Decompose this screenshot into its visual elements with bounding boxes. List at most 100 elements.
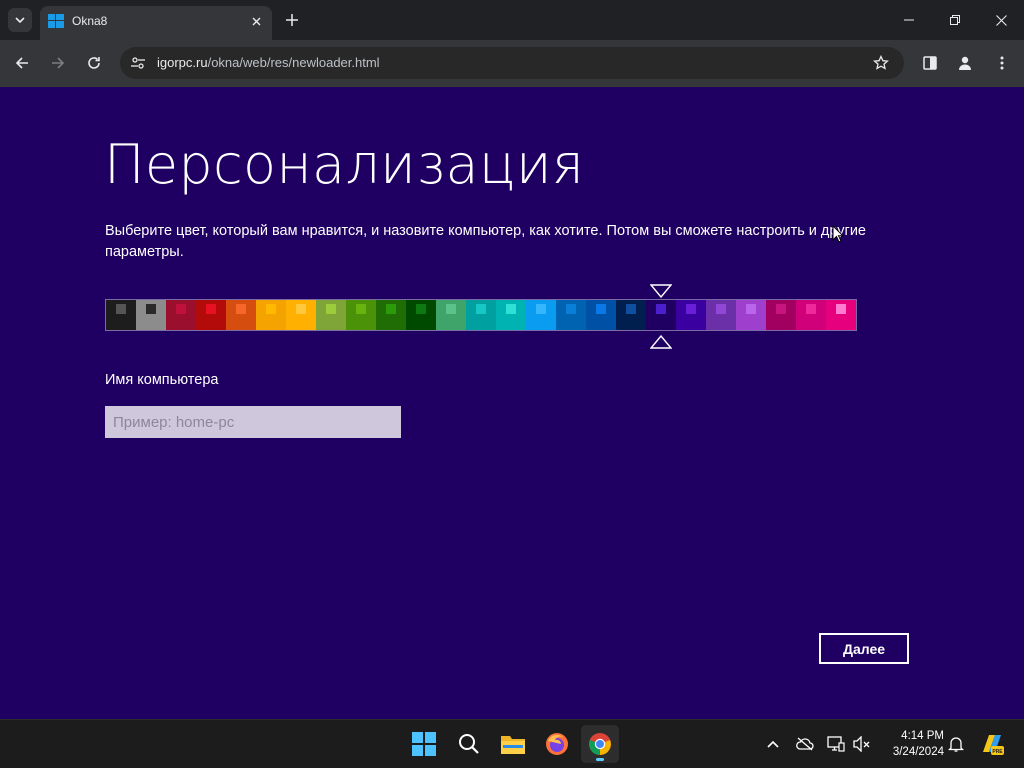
next-button[interactable]: Далее [819,633,909,664]
color-swatch[interactable] [286,300,316,330]
color-swatch[interactable] [316,300,346,330]
color-swatch[interactable] [406,300,436,330]
volume-button[interactable] [852,734,872,754]
forward-button[interactable] [46,51,70,75]
start-button[interactable] [405,725,443,763]
copilot-icon: PRE [983,735,1004,755]
color-swatch-accent [836,304,846,314]
file-explorer-button[interactable] [494,725,532,763]
profile-icon [959,56,971,70]
firefox-button[interactable] [538,725,576,763]
color-palette[interactable] [105,299,857,331]
color-swatch[interactable] [526,300,556,330]
color-swatch-accent [146,304,156,314]
color-swatch[interactable] [256,300,286,330]
tab-close-button[interactable] [248,13,264,29]
firefox-icon [546,733,568,755]
color-swatch-accent [656,304,666,314]
color-swatch-accent [236,304,246,314]
computer-name-input[interactable] [105,406,401,438]
color-swatch[interactable] [466,300,496,330]
page-title: Персонализация [104,133,585,196]
address-bar[interactable]: igorpc.ru/okna/web/res/newloader.html [120,47,904,79]
notifications-button[interactable] [946,734,966,754]
side-panel-icon [923,56,937,70]
file-explorer-icon [501,736,525,754]
color-swatch-accent [386,304,396,314]
color-swatch-accent [626,304,636,314]
new-tab-button[interactable] [282,10,302,30]
color-swatch[interactable] [586,300,616,330]
color-swatch-accent [476,304,486,314]
color-swatch[interactable] [496,300,526,330]
color-swatch-accent [806,304,816,314]
color-selector-bottom-icon [650,335,673,349]
notification-bell-icon [948,737,964,752]
color-swatch[interactable] [136,300,166,330]
arrow-left-icon [15,57,28,69]
color-swatch-accent [116,304,126,314]
network-button[interactable] [826,734,846,754]
color-swatch[interactable] [646,300,676,330]
active-app-indicator [596,758,604,761]
color-swatch-accent [356,304,366,314]
back-button[interactable] [10,51,34,75]
color-swatch[interactable] [226,300,256,330]
color-swatch[interactable] [706,300,736,330]
tab-search-button[interactable] [8,8,32,32]
color-swatch[interactable] [556,300,586,330]
minimize-button[interactable] [895,8,923,32]
color-swatch[interactable] [766,300,796,330]
url-text[interactable]: igorpc.ru/okna/web/res/newloader.html [157,55,380,70]
color-swatch-accent [536,304,546,314]
star-icon [873,55,889,70]
color-swatch[interactable] [736,300,766,330]
bookmark-button[interactable] [872,54,890,72]
color-swatch[interactable] [106,300,136,330]
system-clock[interactable]: 4:14 PM 3/24/2024 [880,728,944,760]
search-button[interactable] [450,725,488,763]
network-icon [827,736,845,752]
chevron-down-icon [15,17,25,23]
menu-button[interactable] [990,51,1014,75]
close-window-button[interactable] [987,8,1015,32]
color-swatch[interactable] [676,300,706,330]
volume-icon [853,736,870,752]
color-swatch-accent [416,304,426,314]
tab-title: Okna8 [72,14,108,28]
color-swatch-accent [296,304,306,314]
onedrive-button[interactable] [795,734,815,754]
reload-button[interactable] [82,51,106,75]
side-panel-button[interactable] [918,51,942,75]
show-hidden-icons-button[interactable] [763,734,783,754]
arrow-right-icon [52,57,65,69]
mouse-cursor-icon [832,225,844,243]
color-swatch[interactable] [196,300,226,330]
restore-icon [950,15,960,25]
browser-tab[interactable]: Okna8 [40,6,272,40]
profile-button[interactable] [953,51,977,75]
color-swatch[interactable] [376,300,406,330]
taskbar: 4:14 PM 3/24/2024 PRE [0,719,1024,768]
url-path: /okna/web/res/newloader.html [207,55,380,70]
close-icon [995,14,1007,26]
site-info-button[interactable] [129,54,147,72]
color-swatch[interactable] [166,300,196,330]
chrome-button[interactable] [581,725,619,763]
color-swatch-accent [716,304,726,314]
color-swatch[interactable] [436,300,466,330]
color-swatch-accent [266,304,276,314]
color-swatch[interactable] [346,300,376,330]
color-swatch[interactable] [796,300,826,330]
color-swatch-accent [446,304,456,314]
color-swatch-accent [566,304,576,314]
chevron-up-icon [767,740,779,748]
color-swatch[interactable] [826,300,856,330]
color-swatch[interactable] [616,300,646,330]
color-selector-top-icon [650,284,673,298]
more-vertical-icon [1000,56,1004,70]
copilot-button[interactable]: PRE [980,732,1004,756]
browser-tab-bar: Okna8 [0,0,1024,40]
restore-button[interactable] [941,8,969,32]
color-swatch-accent [746,304,756,314]
